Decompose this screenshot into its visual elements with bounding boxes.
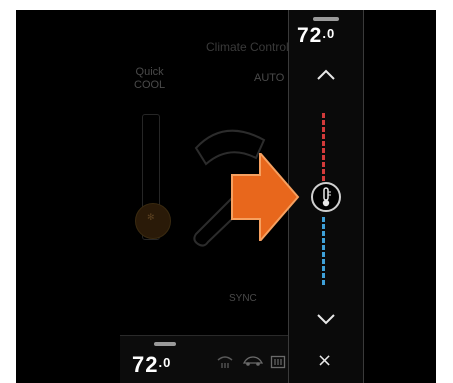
heat-scale [322,113,325,183]
bottom-drag-handle[interactable] [154,342,176,346]
front-defrost-icon[interactable] [216,354,234,370]
rear-defrost-icon[interactable] [270,354,286,370]
temperature-decimal: .0 [322,26,336,41]
fan-slider-knob: ✻ [135,203,171,239]
bottom-climate-bar: 72.0 [120,335,288,383]
climate-title: Climate Control [206,40,289,54]
temperature-slider-knob[interactable] [311,182,341,212]
sync-label: SYNC [229,293,257,304]
chevron-up-icon[interactable] [315,68,337,82]
chevron-down-icon[interactable] [315,312,337,326]
temperature-whole: 72 [297,24,323,47]
callout-arrow-icon [231,153,300,241]
panel-drag-handle[interactable] [313,17,339,21]
recirculation-icon[interactable] [242,354,264,368]
quick-cool-label: Quick COOL [134,66,166,91]
cool-scale [322,217,325,287]
close-button[interactable]: × [317,350,332,371]
panel-temperature-readout: 72.0 [297,24,359,54]
infotainment-screen: Climate Control Quick COOL AUTO ✻ SYNC 7… [16,10,436,383]
temperature-whole: 72 [132,352,159,377]
auto-label: AUTO [254,72,285,84]
bottom-temperature-readout[interactable]: 72.0 [132,352,202,380]
fan-icon: ✻ [147,213,155,223]
thermometer-icon [322,187,331,207]
temperature-decimal: .0 [158,355,172,370]
